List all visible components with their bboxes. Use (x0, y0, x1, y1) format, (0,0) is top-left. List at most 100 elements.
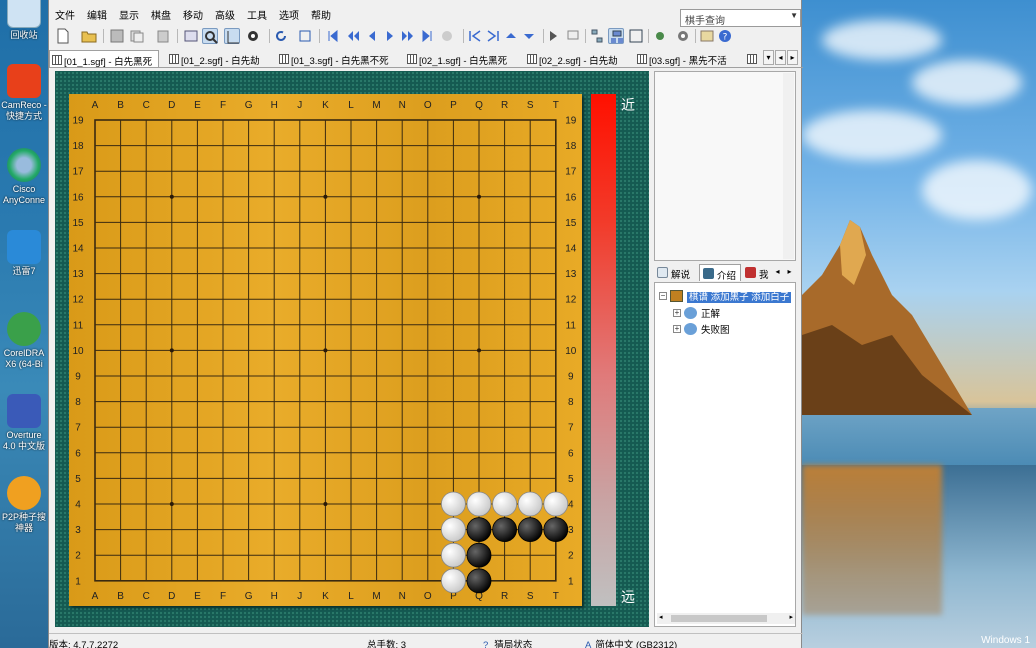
tab-commentary[interactable]: 解说 (654, 264, 698, 281)
tab-list-icon[interactable]: ▾ (763, 50, 774, 65)
right-panel: 解说 介绍 我 ◂ ▸ − 棋谱 添加黑子 添加白子 + 正解 + 失败图 ◂ ▸ (653, 71, 799, 627)
chevron-down-icon[interactable]: ▼ (790, 11, 798, 20)
row-label-right: 14 (565, 244, 577, 255)
play-icon[interactable] (439, 28, 455, 44)
copy-icon[interactable] (129, 28, 145, 44)
board-grid[interactable]: AABBCCDDEEFFGGHHJJKKLLMMNNOOPPQQRRSSTT19… (69, 94, 582, 606)
black-stone (492, 517, 518, 543)
row-label-left: 10 (72, 346, 84, 357)
desktop-icon-recycle-bin[interactable]: 回收站 (0, 0, 48, 41)
tree-icon[interactable] (589, 28, 605, 44)
desktop-icon-camrecorder[interactable]: CamReco - 快捷方式 (0, 64, 48, 122)
column-label-top: K (322, 100, 329, 111)
menu-help[interactable]: 帮助 (311, 7, 331, 22)
column-label-bottom: S (527, 591, 534, 602)
help-icon[interactable]: ? (717, 28, 733, 44)
comment-box[interactable] (654, 71, 796, 261)
last-move-icon[interactable] (419, 28, 435, 44)
first-move-icon[interactable] (325, 28, 341, 44)
menu-edit[interactable]: 编辑 (87, 7, 107, 22)
variation-icon (684, 307, 697, 319)
back-icon[interactable] (364, 28, 380, 44)
open-folder-icon[interactable] (81, 28, 97, 44)
white-stone (440, 517, 466, 543)
forward-icon[interactable] (382, 28, 398, 44)
tab-mine[interactable]: 我 (742, 264, 772, 281)
stone-display-icon[interactable] (245, 28, 261, 44)
expand-icon[interactable]: + (673, 309, 681, 317)
comment-icon[interactable] (565, 28, 581, 44)
desktop-icon-xunlei[interactable]: 迅雷7 (0, 230, 48, 277)
menu-file[interactable]: 文件 (55, 7, 75, 22)
star-point (477, 194, 481, 199)
column-label-top: G (245, 100, 253, 111)
black-stone (466, 568, 492, 594)
star-point (169, 194, 174, 199)
forward-ten-icon[interactable] (400, 28, 416, 44)
panel-tab-prev-icon[interactable]: ◂ (772, 265, 783, 280)
tab-01-3[interactable]: [01_3.sgf] - 白先黑不死 (277, 50, 401, 67)
menu-advanced[interactable]: 高级 (215, 7, 235, 22)
panel-tab-next-icon[interactable]: ▸ (784, 265, 795, 280)
layout-icon[interactable] (628, 28, 644, 44)
row-label-left: 5 (75, 474, 81, 485)
menu-board[interactable]: 棋盘 (151, 7, 171, 22)
tree-root[interactable]: − 棋谱 添加黑子 添加白子 (659, 289, 792, 303)
save-icon[interactable] (109, 28, 125, 44)
column-label-bottom: R (501, 591, 508, 602)
variation-next-icon[interactable] (485, 28, 501, 44)
paste-icon[interactable] (155, 28, 171, 44)
scroll-right-icon[interactable]: ▸ (789, 613, 793, 621)
black-stone (543, 517, 569, 543)
menu-view[interactable]: 显示 (119, 7, 139, 22)
tab-01-2[interactable]: [01_2.sgf] - 白先劫 (167, 50, 273, 67)
variation-prev-icon[interactable] (467, 28, 483, 44)
back-ten-icon[interactable] (345, 28, 361, 44)
scroll-left-icon[interactable]: ◂ (659, 613, 663, 621)
try-move-icon[interactable] (547, 28, 563, 44)
comment-scrollbar[interactable] (783, 73, 794, 259)
row-label-left: 16 (72, 192, 84, 203)
collapse-icon[interactable]: − (659, 292, 667, 300)
coordinate-icon[interactable] (224, 28, 240, 44)
tree-hscrollbar[interactable]: ◂ ▸ (657, 613, 795, 624)
window-icon[interactable] (183, 28, 199, 44)
menu-options[interactable]: 选项 (279, 7, 299, 22)
tab-more[interactable] (745, 50, 761, 67)
export-icon[interactable] (699, 28, 715, 44)
analysis-icon[interactable] (202, 28, 218, 44)
desktop-icon-cisco[interactable]: Cisco AnyConne (0, 148, 48, 206)
rotate-icon[interactable] (273, 28, 289, 44)
tab-next-icon[interactable]: ▸ (787, 50, 798, 65)
menu-tools[interactable]: 工具 (247, 7, 267, 22)
menu-move[interactable]: 移动 (183, 7, 203, 22)
tab-02-2[interactable]: [02_2.sgf] - 白先劫 (525, 50, 631, 67)
tab-03[interactable]: [03.sgf] - 黑先不活 (635, 50, 741, 67)
board-view-icon[interactable] (608, 28, 624, 44)
scroll-thumb[interactable] (671, 615, 767, 622)
tab-02-1[interactable]: [02_1.sgf] - 白先黑死 (405, 50, 521, 67)
mode-status: ? 猜局状态 (483, 637, 532, 648)
tree-node-failure[interactable]: + 失败图 (673, 322, 730, 336)
new-file-icon[interactable] (55, 28, 71, 44)
desktop-icon-coreldraw[interactable]: CorelDRA X6 (64-Bi (0, 312, 48, 370)
expand-icon[interactable]: + (673, 325, 681, 333)
go-board[interactable]: A A B B C C D D E E F F G G H H J J K K L L M M N N O O P P Q Q R R S S T T 19… (69, 94, 582, 606)
settings-icon[interactable] (652, 28, 668, 44)
column-label-bottom: L (348, 591, 354, 602)
tab-intro[interactable]: 介绍 (699, 264, 741, 282)
tab-prev-icon[interactable]: ◂ (775, 50, 786, 65)
sgf-file-icon (637, 54, 647, 64)
search-engine-icon[interactable] (675, 28, 691, 44)
desktop-icon-p2p[interactable]: P2P种子搜神器 (0, 476, 48, 534)
tree-node-correct[interactable]: + 正解 (673, 306, 720, 320)
branch-up-icon[interactable] (503, 28, 519, 44)
row-label-left: 19 (72, 116, 84, 127)
branch-down-icon[interactable] (521, 28, 537, 44)
column-label-top: J (297, 100, 302, 111)
board-size-icon[interactable] (297, 28, 313, 44)
column-label-top: Q (475, 100, 483, 111)
tab-01-1[interactable]: [01_1.sgf] - 白先黑死 (49, 50, 159, 67)
toolbar: ? (49, 25, 803, 47)
desktop-icon-overture[interactable]: Overture 4.0 中文版 (0, 394, 48, 452)
